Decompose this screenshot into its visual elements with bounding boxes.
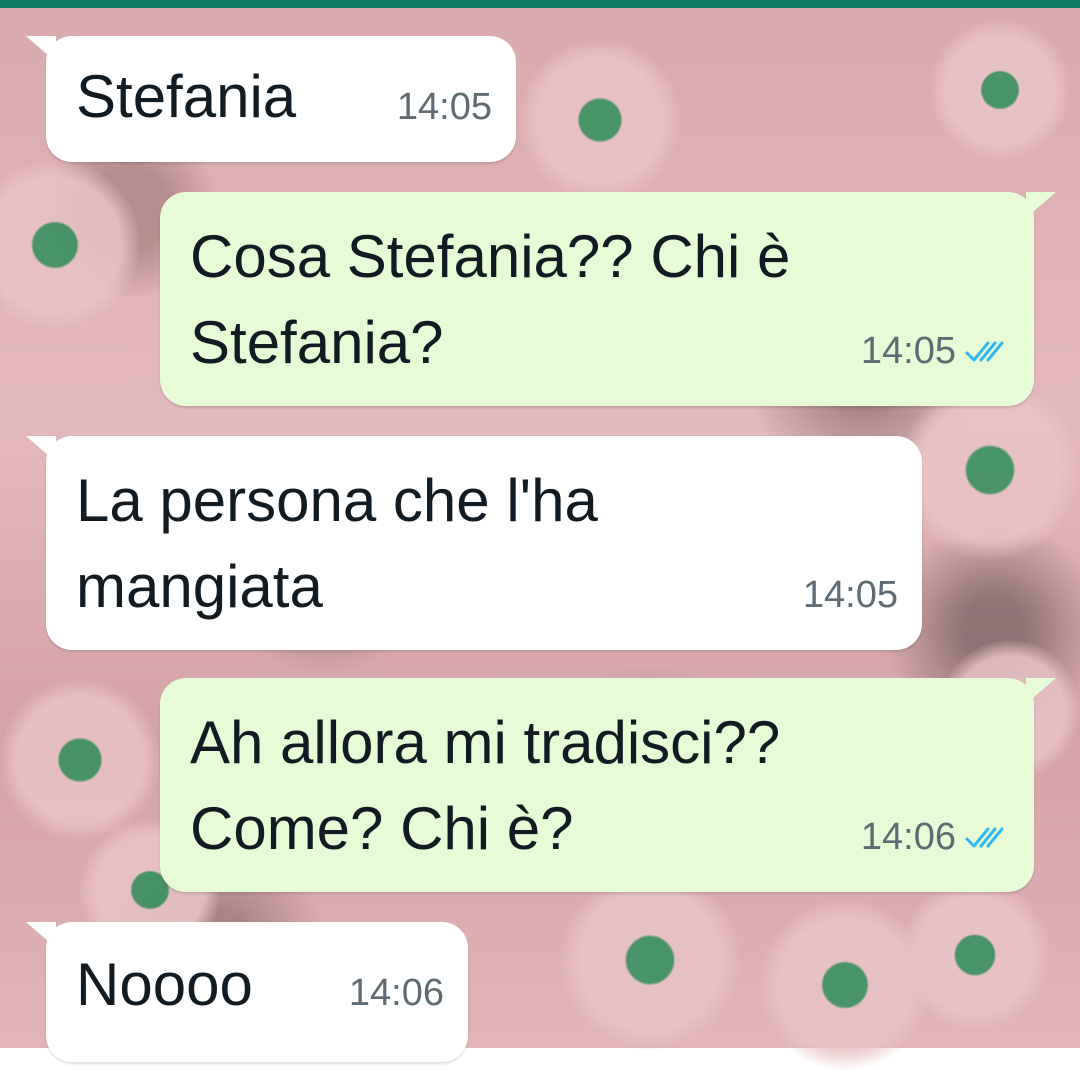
double-check-icon — [965, 341, 1004, 362]
wallpaper-flower — [930, 20, 1070, 160]
message-time: 14:06 — [348, 972, 444, 1014]
wallpaper-flower — [0, 160, 140, 330]
message-text: La persona che l'ha mangiata — [76, 467, 598, 620]
message-time: 14:05 — [860, 330, 956, 372]
incoming-message-bubble[interactable]: La persona che l'ha mangiata 14:05 — [26, 436, 922, 650]
wallpaper-flower — [560, 870, 740, 1050]
message-time: 14:05 — [802, 574, 898, 616]
message-time: 14:06 — [860, 816, 956, 858]
message-text: Cosa Stefania?? Chi è Stefania? — [190, 223, 791, 376]
message-meta: 14:05 — [397, 64, 492, 150]
incoming-message-bubble[interactable]: Stefania 14:05 — [26, 36, 516, 162]
wallpaper-flower — [900, 380, 1080, 560]
outgoing-message-bubble[interactable]: Cosa Stefania?? Chi è Stefania? 14:05 — [160, 192, 1056, 406]
wallpaper-flower — [760, 900, 930, 1070]
message-text: Noooo — [76, 951, 253, 1018]
message-time: 14:05 — [396, 86, 492, 128]
message-meta: 14:06 — [349, 950, 444, 1036]
message-text: Stefania — [76, 63, 297, 130]
message-meta: 14:05 — [803, 552, 898, 638]
wallpaper-flower — [900, 880, 1050, 1030]
message-text: Ah allora mi tradisci?? Come? Chi è? — [190, 709, 781, 862]
message-meta: 14:06 — [861, 794, 1010, 880]
outgoing-message-bubble[interactable]: Ah allora mi tradisci?? Come? Chi è? 14:… — [160, 678, 1056, 892]
wallpaper-flower — [520, 40, 680, 200]
wallpaper-flower — [0, 680, 160, 840]
app-top-bar — [0, 0, 1080, 8]
incoming-message-bubble[interactable]: Noooo 14:06 — [26, 922, 468, 1062]
message-meta: 14:05 — [861, 308, 1010, 394]
double-check-icon — [965, 827, 1004, 848]
